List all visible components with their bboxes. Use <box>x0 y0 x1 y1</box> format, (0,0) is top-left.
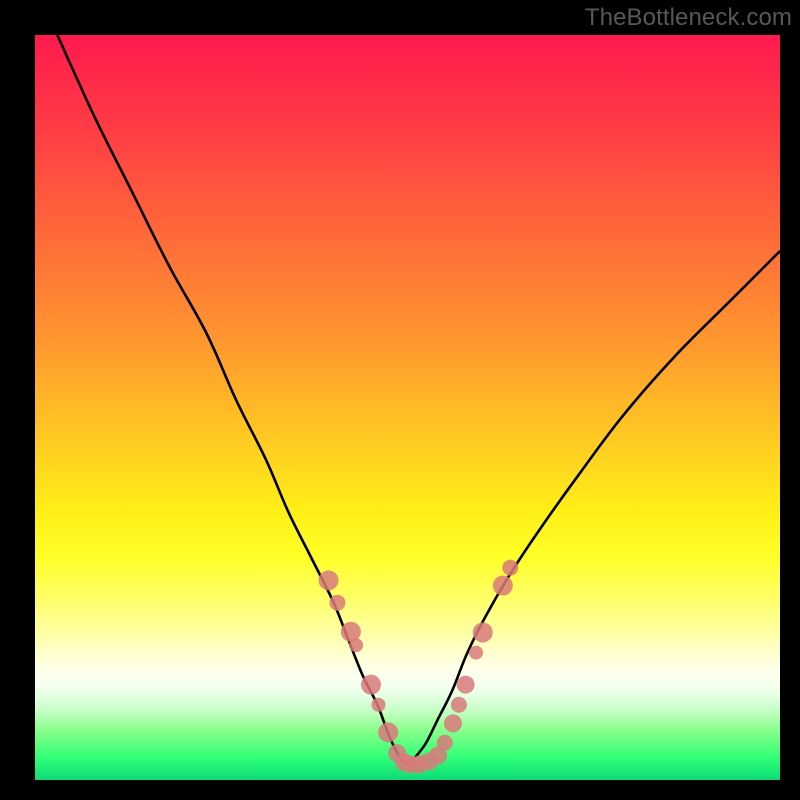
data-dot <box>329 595 345 611</box>
curve-left <box>57 35 407 765</box>
plot-area <box>35 35 780 780</box>
data-dot <box>361 675 381 695</box>
data-dot <box>451 697 467 713</box>
data-dot <box>493 576 513 596</box>
chart-svg <box>35 35 780 780</box>
data-dot <box>371 698 385 712</box>
data-dot <box>378 722 398 742</box>
data-dot <box>319 570 339 590</box>
data-dot <box>457 676 475 694</box>
outer-frame: TheBottleneck.com <box>0 0 800 800</box>
data-dot <box>444 714 462 732</box>
data-dot <box>469 646 483 660</box>
data-dot <box>349 638 363 652</box>
watermark-text: TheBottleneck.com <box>585 4 792 32</box>
data-dot <box>473 622 493 642</box>
data-dot <box>437 735 453 751</box>
data-dots <box>319 560 519 774</box>
data-dot <box>502 560 518 576</box>
